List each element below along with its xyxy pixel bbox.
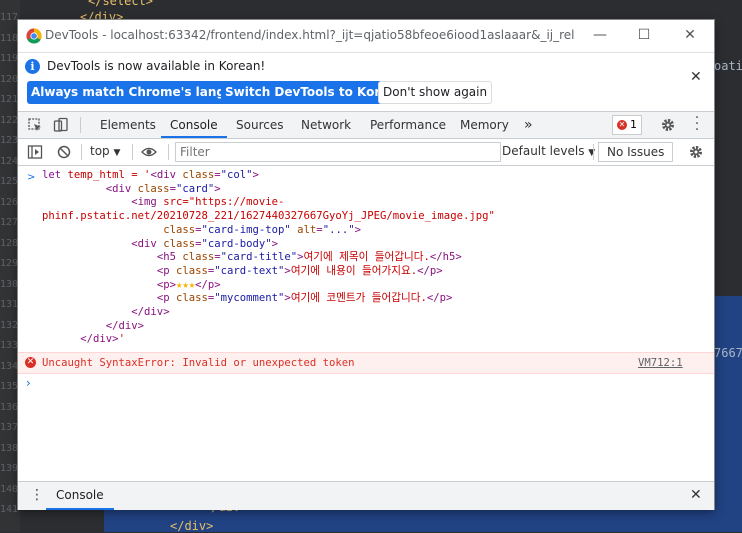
- infobar-message: DevTools is now available in Korean!: [47, 59, 266, 73]
- ide-line-number: 117: [0, 12, 19, 23]
- more-options-icon[interactable]: · · ·: [694, 111, 700, 137]
- ide-line-number: 123: [0, 135, 19, 146]
- divider: [80, 117, 81, 133]
- more-tabs-button[interactable]: »: [524, 112, 533, 138]
- filter-input[interactable]: [175, 142, 501, 162]
- ide-line-number: 133: [0, 340, 19, 351]
- error-count: 1: [630, 118, 637, 131]
- ide-line-number: 126: [0, 196, 19, 208]
- window-close-button[interactable]: ✕: [670, 24, 710, 48]
- ide-line-number: 122: [0, 114, 19, 126]
- ide-line-number: 136: [0, 401, 19, 413]
- devtools-window: DevTools - localhost:63342/frontend/inde…: [18, 20, 714, 510]
- ide-side-text: 7667: [714, 346, 742, 360]
- console-error-message: ✕ Uncaught SyntaxError: Invalid or unexp…: [18, 352, 714, 374]
- ide-line-number: 139: [0, 463, 19, 474]
- ide-line-number: 128: [0, 237, 19, 249]
- code-line: let temp_html = '<div class="col">: [42, 169, 259, 181]
- ide-line-number: 131: [0, 299, 19, 310]
- ide-line-number: 120: [0, 73, 19, 85]
- code-line: </div>: [131, 306, 170, 319]
- console-toolbar: top ▼ Default levels ▼ No Issues: [18, 139, 714, 166]
- code-line: phinf.pstatic.net/20210728_221/162744032…: [42, 210, 495, 223]
- maximize-button[interactable]: ☐: [624, 24, 664, 48]
- log-levels-dropdown[interactable]: Default levels ▼: [502, 144, 595, 158]
- ide-code-line: </div>: [170, 519, 214, 533]
- tab-console[interactable]: Console: [161, 112, 227, 138]
- ide-line-number: 132: [0, 319, 19, 331]
- ide-line-number: 141: [0, 504, 19, 515]
- divider: [81, 144, 82, 160]
- log-levels-label: Default levels: [502, 144, 585, 158]
- error-text: Uncaught SyntaxError: Invalid or unexpec…: [42, 357, 355, 369]
- input-prompt-icon: >: [27, 172, 36, 183]
- ide-line-number: 140: [0, 483, 19, 495]
- code-line: </div>': [80, 333, 125, 346]
- error-icon: ✕: [617, 120, 627, 130]
- code-line: <p class="card-text">여기에 내용이 들어가지요.</p>: [156, 264, 443, 277]
- ide-line-number: 138: [0, 442, 19, 454]
- dont-show-again-button[interactable]: Don't show again: [378, 81, 493, 104]
- context-select-value: top: [90, 144, 110, 158]
- ide-line-number: 121: [0, 94, 19, 105]
- tab-memory[interactable]: Memory: [460, 112, 509, 138]
- chevron-down-icon: ▼: [588, 148, 596, 158]
- error-count-badge[interactable]: ✕ 1: [612, 115, 642, 135]
- divider: [593, 144, 594, 160]
- chevron-down-icon: ▼: [113, 148, 121, 158]
- tab-elements[interactable]: Elements: [100, 112, 156, 138]
- code-line: </div>: [105, 319, 145, 332]
- ide-line-number: 130: [0, 278, 19, 290]
- inspect-element-icon[interactable]: [27, 117, 43, 133]
- console-output[interactable]: > let temp_html = '<div class="col"> <di…: [18, 166, 714, 478]
- sidebar-toggle-icon[interactable]: [27, 144, 43, 160]
- ide-line-number: 134: [0, 360, 19, 372]
- console-drawer: ⋮ Console ✕: [18, 481, 714, 510]
- clear-console-icon[interactable]: [56, 144, 72, 160]
- live-expression-eye-icon[interactable]: [141, 144, 157, 160]
- ide-line-number: 127: [0, 217, 19, 228]
- code-line: <p class="mycomment">여기에 코멘트가 들어갑니다.</p>: [156, 292, 453, 305]
- tab-performance[interactable]: Performance: [370, 112, 446, 138]
- divider: [168, 144, 169, 160]
- minimize-button[interactable]: —: [580, 24, 620, 48]
- console-input-code: let temp_html = '<div class="col"> <div …: [42, 169, 495, 347]
- code-line: <p>★★★</p>: [156, 278, 221, 291]
- ide-side-text: oati: [714, 59, 742, 73]
- console-prompt-caret[interactable]: ›: [26, 376, 31, 390]
- tab-network[interactable]: Network: [301, 112, 351, 138]
- infobar-close-icon[interactable]: ✕: [690, 69, 702, 85]
- code-line: <h5 class="card-title">여기에 제목이 들어갑니다.</h…: [156, 251, 462, 264]
- ide-code-line: </select>: [88, 0, 154, 8]
- ide-line-number: 124: [0, 155, 19, 167]
- code-line: <div class="card-body">: [131, 237, 279, 250]
- chrome-icon: [26, 28, 42, 44]
- drawer-menu-icon[interactable]: ⋮: [30, 488, 44, 502]
- code-line: <div class="card">: [105, 182, 221, 195]
- info-icon: i: [25, 59, 40, 74]
- ide-line-number: 135: [0, 381, 19, 392]
- ide-line-number: 137: [0, 422, 19, 433]
- devtools-tabbar: Elements Console Sources Network Perform…: [18, 111, 714, 139]
- settings-gear-icon[interactable]: [660, 117, 676, 133]
- ide-line-number: 129: [0, 258, 19, 269]
- ide-line-number: 118: [0, 32, 19, 44]
- title-bar[interactable]: DevTools - localhost:63342/frontend/inde…: [18, 20, 714, 53]
- error-source-link[interactable]: VM712:1: [638, 357, 683, 369]
- drawer-close-icon[interactable]: ✕: [690, 487, 702, 503]
- tab-sources[interactable]: Sources: [236, 112, 283, 138]
- device-toolbar-icon[interactable]: [53, 117, 69, 133]
- drawer-tab-console[interactable]: Console: [46, 482, 114, 510]
- window-title: DevTools - localhost:63342/frontend/inde…: [45, 28, 575, 42]
- code-line: class="card-img-top" alt="...">: [156, 223, 361, 236]
- ide-line-number: 119: [0, 53, 19, 64]
- divider: [132, 144, 133, 160]
- issues-button[interactable]: No Issues: [598, 142, 674, 162]
- ide-line-number: 125: [0, 176, 19, 187]
- language-infobar: i DevTools is now available in Korean! A…: [18, 53, 714, 112]
- error-icon: ✕: [25, 357, 36, 368]
- console-settings-gear-icon[interactable]: [688, 144, 704, 160]
- context-select[interactable]: top ▼: [90, 144, 120, 158]
- code-line: <img src="https://movie-: [131, 196, 285, 209]
